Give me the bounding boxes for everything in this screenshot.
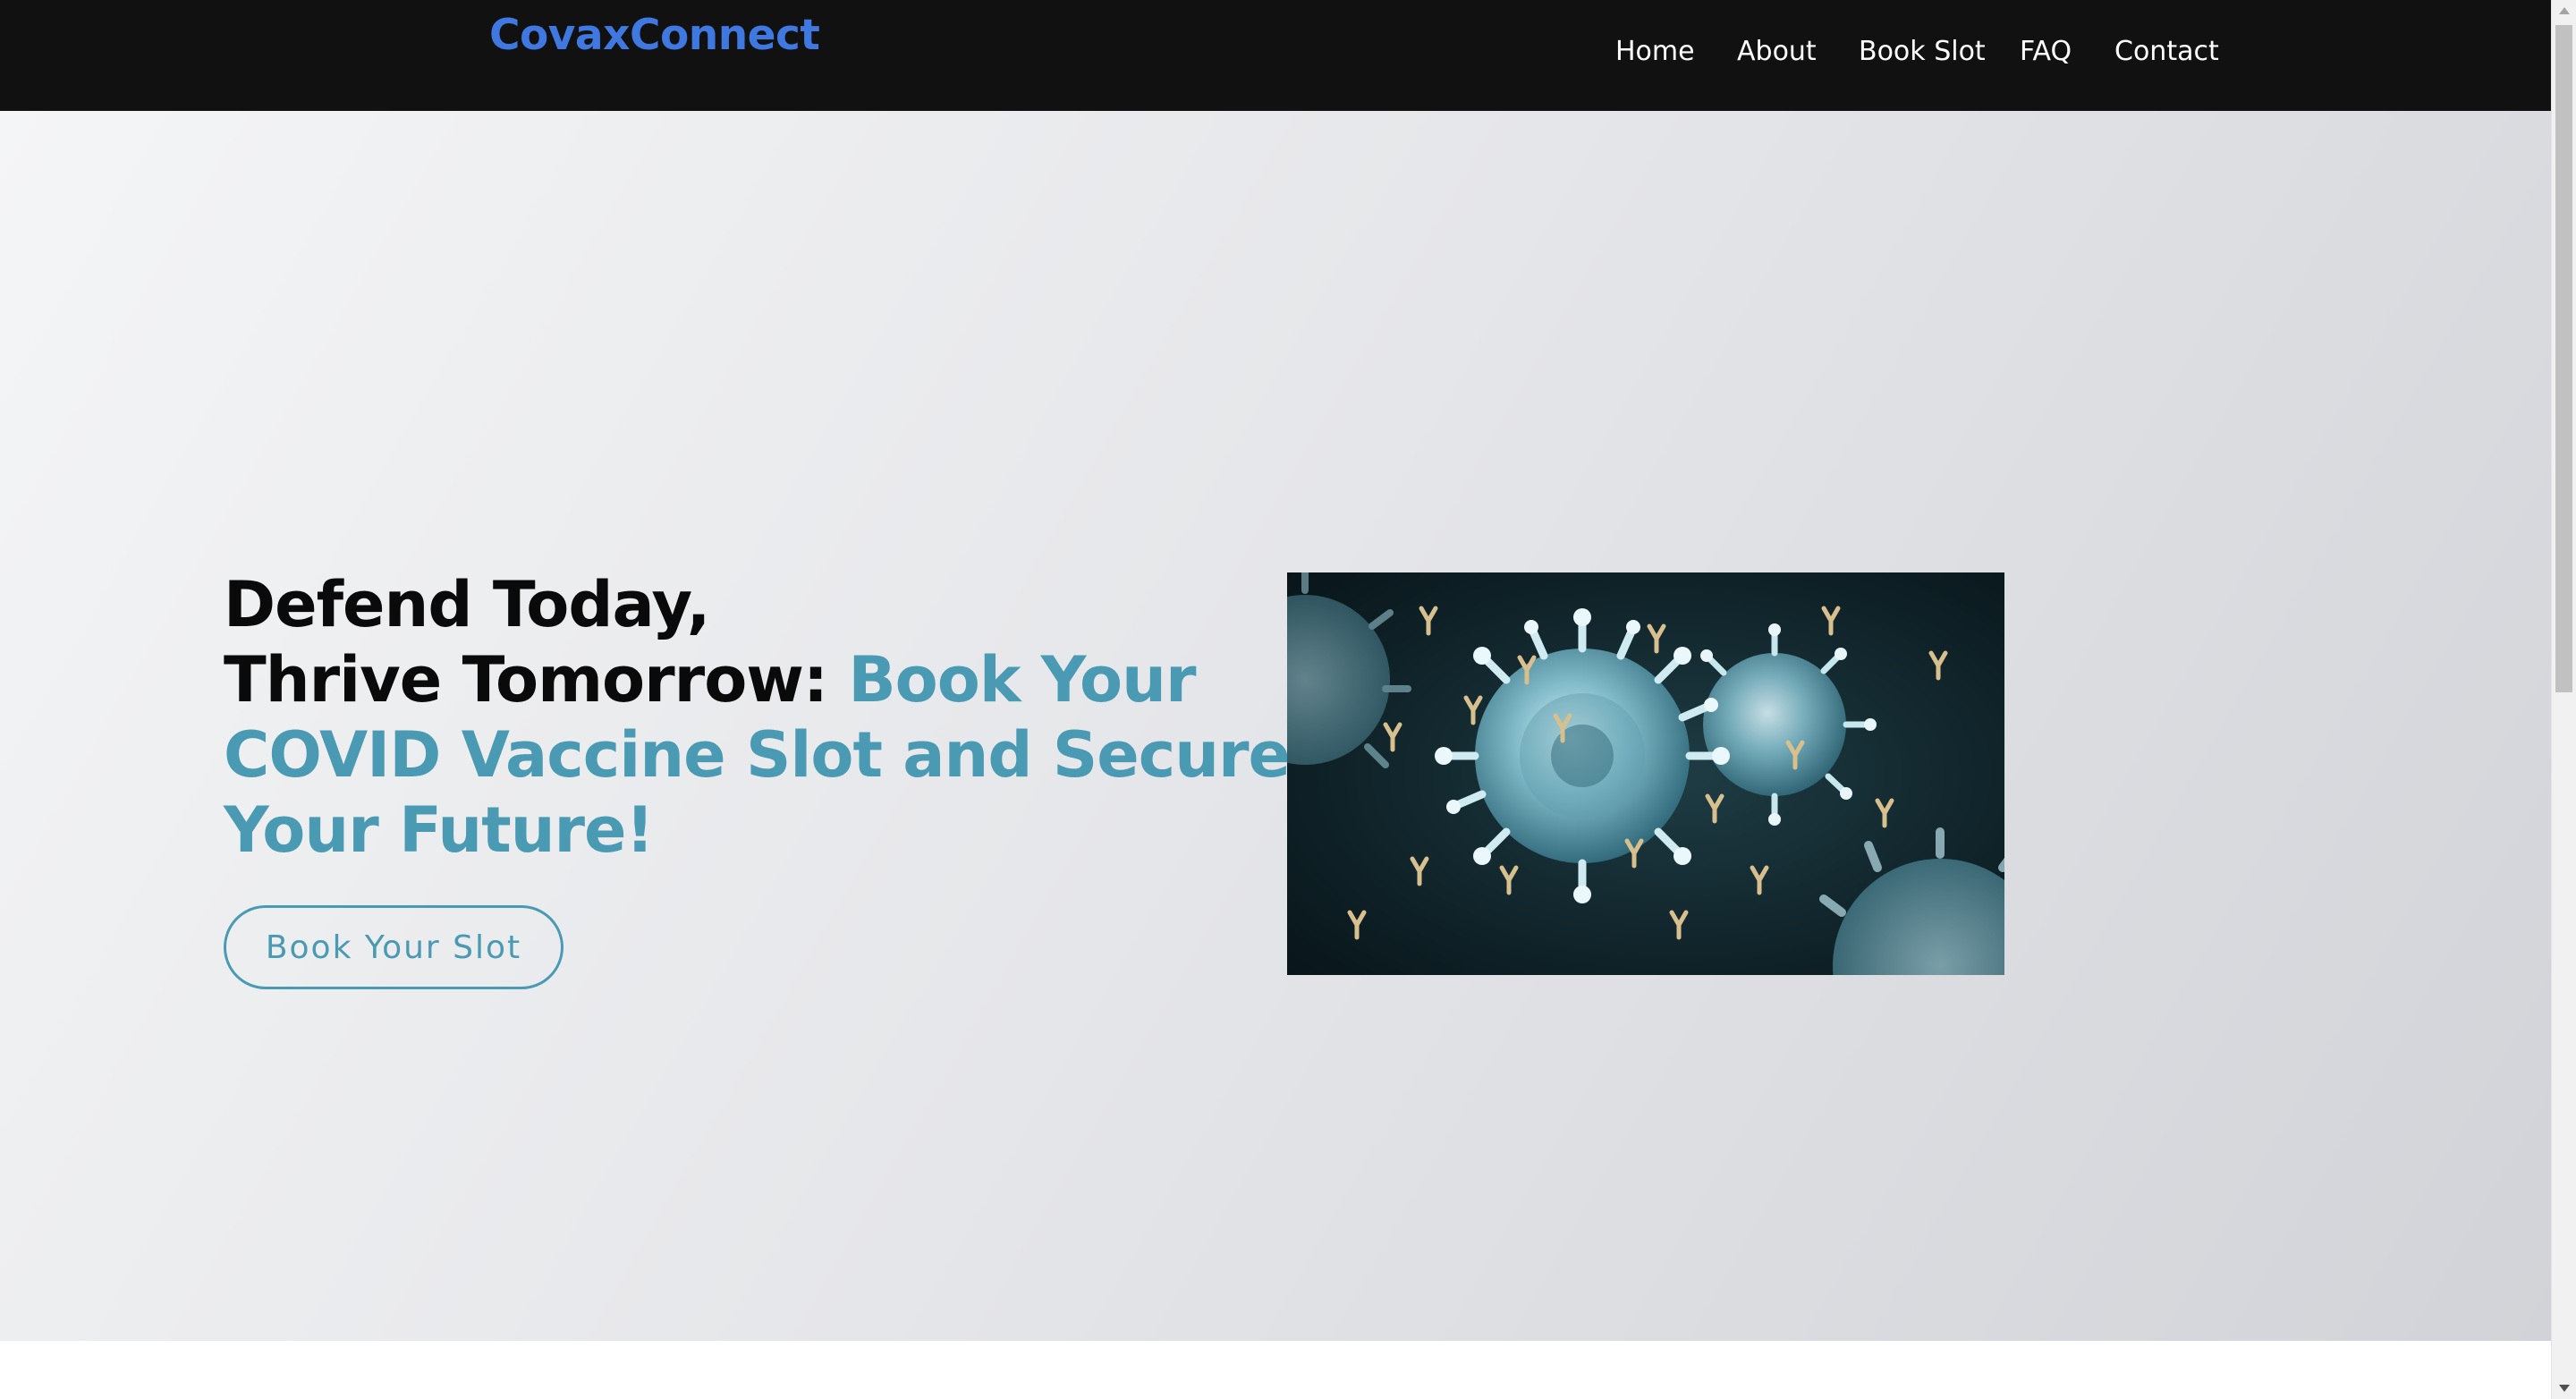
page-viewport: CovaxConnect Home About Book Slot FAQ Co… — [0, 0, 2551, 1399]
nav-link-contact[interactable]: Contact — [2114, 36, 2219, 67]
hero-heading-line1: Defend Today, — [224, 568, 710, 641]
virus-image — [1287, 572, 2004, 975]
hero-heading: Defend Today, Thrive Tomorrow: Book Your … — [224, 567, 1297, 868]
nav-link-book-slot[interactable]: Book Slot — [1859, 36, 1986, 67]
nav-link-about[interactable]: About — [1737, 36, 1817, 67]
vertical-scrollbar[interactable] — [2551, 0, 2576, 1399]
scroll-down-arrow-icon[interactable] — [2559, 1385, 2570, 1392]
brand-logo[interactable]: CovaxConnect — [489, 11, 820, 60]
hero-section: Defend Today, Thrive Tomorrow: Book Your … — [0, 111, 2551, 1341]
book-your-slot-button[interactable]: Book Your Slot — [224, 905, 564, 989]
hero-heading-line2: Thrive Tomorrow: — [224, 643, 828, 716]
nav-link-home[interactable]: Home — [1615, 36, 1695, 67]
next-section-edge — [0, 1341, 2551, 1399]
scroll-up-arrow-icon[interactable] — [2559, 7, 2570, 14]
nav-link-faq[interactable]: FAQ — [2020, 36, 2072, 67]
scrollbar-thumb[interactable] — [2555, 25, 2572, 692]
navbar: CovaxConnect Home About Book Slot FAQ Co… — [0, 0, 2551, 111]
